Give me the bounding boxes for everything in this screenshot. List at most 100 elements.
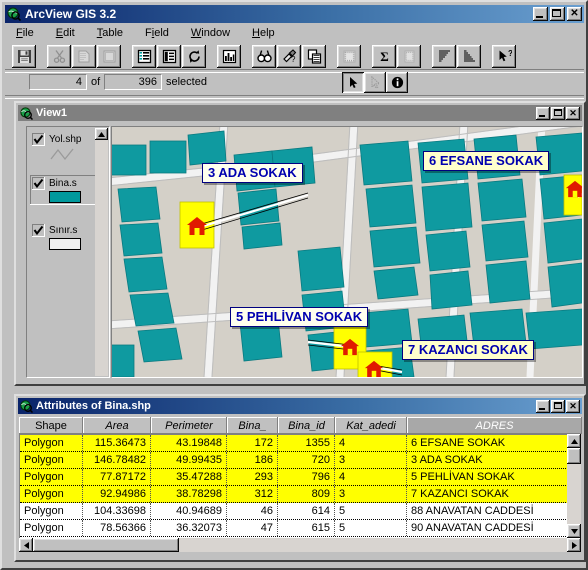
- cell-bina-id: 720: [278, 452, 335, 468]
- cell-shape: Polygon: [20, 469, 83, 485]
- sort-ascending-icon[interactable]: [432, 44, 456, 68]
- column-header-kat-adedi[interactable]: Kat_adedi: [335, 417, 407, 434]
- table-row[interactable]: Polygon 146.78482 49.99435 186 720 3 3 A…: [20, 452, 568, 469]
- of-label: of: [91, 76, 101, 88]
- app-title-text: ArcView GIS 3.2: [25, 7, 117, 21]
- cell-kat-adedi: 4: [335, 435, 407, 451]
- column-header-area[interactable]: Area: [83, 417, 151, 434]
- find-icon[interactable]: [252, 44, 276, 68]
- red-house-icon: [187, 217, 207, 235]
- cut-icon[interactable]: [47, 44, 71, 68]
- refresh-icon[interactable]: [182, 44, 206, 68]
- cell-shape: Polygon: [20, 503, 83, 519]
- table-properties-icon[interactable]: [157, 44, 181, 68]
- menu-file[interactable]: File: [13, 26, 37, 40]
- view-minimize-button[interactable]: [536, 106, 550, 120]
- arcview-globe-icon: [20, 106, 34, 120]
- select-pointer-tool[interactable]: [342, 72, 364, 93]
- paste-icon[interactable]: [97, 44, 121, 68]
- map-callout-pehlivan[interactable]: 5 PEHLİVAN SOKAK: [230, 307, 369, 327]
- app-close-button[interactable]: ✕: [567, 7, 582, 21]
- sort-descending-icon[interactable]: [457, 44, 481, 68]
- select-field-tool[interactable]: [364, 72, 386, 93]
- menu-help[interactable]: Help: [249, 26, 278, 40]
- identify-tool[interactable]: [386, 72, 408, 93]
- map-display[interactable]: 3 ADA SOKAK 6 EFSANE SOKAK 5 PEHLİVAN SO…: [111, 126, 583, 378]
- cell-bina-id: 809: [278, 486, 335, 502]
- create-chart-icon[interactable]: [217, 44, 241, 68]
- scroll-right-button[interactable]: [567, 538, 581, 552]
- legend-layer-sinir[interactable]: Sınır.s: [30, 222, 102, 252]
- table-row[interactable]: Polygon 104.33698 40.94689 46 614 5 88 A…: [20, 503, 568, 520]
- menu-table[interactable]: Table: [94, 26, 126, 40]
- add-table-icon[interactable]: [132, 44, 156, 68]
- legend-polygon-symbol: [49, 191, 81, 203]
- view-close-button[interactable]: ✕: [566, 106, 580, 120]
- cell-bina-id: 614: [278, 503, 335, 519]
- map-callout-ada[interactable]: 3 ADA SOKAK: [202, 163, 303, 183]
- table-horizontal-scrollbar[interactable]: [19, 538, 581, 552]
- cell-kat-adedi: 4: [335, 469, 407, 485]
- legend-scroll-up-button[interactable]: [95, 128, 108, 140]
- link-icon[interactable]: [337, 44, 361, 68]
- save-project-icon[interactable]: [12, 44, 36, 68]
- table-window-buttons: ✕: [536, 399, 580, 413]
- table-maximize-button[interactable]: [551, 399, 565, 413]
- view-maximize-button[interactable]: [551, 106, 565, 120]
- column-header-shape[interactable]: Shape: [19, 417, 83, 434]
- join-icon[interactable]: [302, 44, 326, 68]
- sum-icon[interactable]: Σ: [372, 44, 396, 68]
- cell-bina: 293: [227, 469, 278, 485]
- column-header-adres[interactable]: ADRES: [407, 417, 582, 434]
- app-maximize-button[interactable]: [550, 7, 565, 21]
- view-title-text: View1: [36, 107, 67, 119]
- cell-area: 104.33698: [83, 503, 151, 519]
- help-pointer-icon[interactable]: ?: [492, 44, 516, 68]
- copy-icon[interactable]: [72, 44, 96, 68]
- table-minimize-button[interactable]: [536, 399, 550, 413]
- app-minimize-button[interactable]: [533, 7, 548, 21]
- red-house-icon: [364, 360, 384, 377]
- layer-checkbox[interactable]: [32, 224, 45, 237]
- layer-checkbox[interactable]: [32, 177, 45, 190]
- cell-kat-adedi: 5: [335, 520, 407, 536]
- table-row[interactable]: Polygon 78.56366 36.32073 47 615 5 90 AN…: [20, 520, 568, 537]
- cell-adres: 5 PEHLİVAN SOKAK: [411, 471, 515, 483]
- table-grid[interactable]: Polygon 115.36473 43.19848 172 1355 4 6 …: [19, 434, 568, 539]
- table-vertical-scrollbar[interactable]: [567, 434, 581, 538]
- vertical-scroll-thumb[interactable]: [567, 448, 581, 464]
- cell-bina-id: 615: [278, 520, 335, 536]
- query-builder-icon[interactable]: ?: [277, 44, 301, 68]
- table-row[interactable]: Polygon 77.87172 35.47288 293 796 4 5 PE…: [20, 469, 568, 486]
- map-callout-efsane[interactable]: 6 EFSANE SOKAK: [423, 151, 550, 171]
- column-header-bina[interactable]: Bina_: [227, 417, 278, 434]
- horizontal-scroll-thumb[interactable]: [33, 538, 179, 552]
- menu-field[interactable]: Field: [142, 26, 172, 40]
- layer-checkbox[interactable]: [32, 133, 45, 146]
- cell-bina: 46: [227, 503, 278, 519]
- cell-area: 146.78482: [83, 452, 151, 468]
- column-header-bina-id[interactable]: Bina_id: [278, 417, 335, 434]
- scroll-up-button[interactable]: [567, 434, 581, 448]
- view-legend-panel[interactable]: Yol.shp Bina.s Sınır.s: [26, 126, 110, 378]
- legend-layer-yol[interactable]: Yol.shp: [30, 131, 102, 163]
- legend-scroll-track[interactable]: [95, 140, 108, 376]
- table-close-button[interactable]: ✕: [566, 399, 580, 413]
- table-window[interactable]: Attributes of Bina.shp ✕ Shape Area Peri…: [14, 394, 586, 562]
- calculate-icon[interactable]: [397, 44, 421, 68]
- view-window[interactable]: View1 ✕ Yol.shp Bina.s Sınır.s 3 ADA SOK…: [14, 101, 586, 386]
- map-callout-kazanci[interactable]: 7 KAZANCI SOKAK: [402, 340, 534, 360]
- legend-layer-bina[interactable]: Bina.s: [30, 175, 102, 205]
- scroll-down-button[interactable]: [567, 524, 581, 538]
- cell-perimeter: 40.94689: [151, 503, 227, 519]
- column-header-perimeter[interactable]: Perimeter: [151, 417, 227, 434]
- menu-window[interactable]: Window: [188, 26, 233, 40]
- scroll-left-button[interactable]: [19, 538, 33, 552]
- red-house-icon: [565, 180, 582, 198]
- table-row[interactable]: Polygon 115.36473 43.19848 172 1355 4 6 …: [20, 435, 568, 452]
- cell-bina: 47: [227, 520, 278, 536]
- table-row[interactable]: Polygon 92.94986 38.78298 312 809 3 7 KA…: [20, 486, 568, 503]
- svg-text:?: ?: [508, 49, 512, 58]
- legend-layer-label: Bina.s: [49, 178, 77, 189]
- menu-edit[interactable]: Edit: [53, 26, 78, 40]
